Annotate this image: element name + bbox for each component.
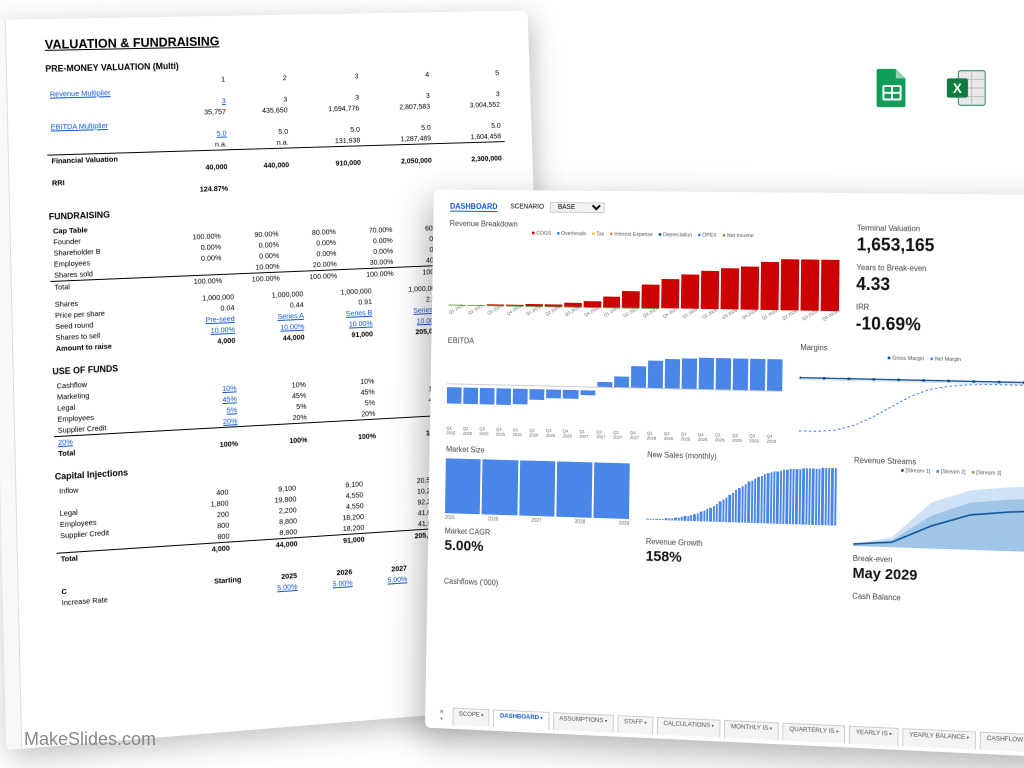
- app-icons: X: [869, 65, 989, 111]
- dashboard-header: DASHBOARD SCENARIO BASE: [450, 201, 1024, 218]
- tab-yearly-is[interactable]: YEARLY IS: [849, 726, 899, 746]
- market-chart: [445, 455, 630, 519]
- tab-cashflow[interactable]: CASHFLOW: [980, 732, 1024, 753]
- newsales-chart: [646, 461, 836, 526]
- sheet-title: VALUATION & FUNDRAISING: [45, 28, 502, 52]
- tab-monthly-is[interactable]: MONTHLY IS: [724, 720, 779, 740]
- excel-icon: X: [943, 65, 989, 111]
- watermark: MakeSlides.com: [24, 729, 156, 750]
- dashboard-spreadsheet: DASHBOARD SCENARIO BASE Revenue Breakdow…: [425, 189, 1024, 757]
- tab-scope[interactable]: SCOPE: [452, 708, 490, 727]
- breakeven-value: May 2029: [852, 565, 1024, 589]
- premoney-table: 12345 Revenue Multiplier 33333 35,757435…: [46, 67, 507, 199]
- tab-assumptions[interactable]: ASSUMPTIONS: [553, 712, 614, 732]
- revstreams-chart: [853, 475, 1024, 553]
- svg-text:X: X: [953, 81, 962, 96]
- cashflows-title: Cashflows ('000): [444, 577, 835, 600]
- dashboard-tab[interactable]: DASHBOARD: [450, 202, 498, 212]
- tab-dashboard[interactable]: DASHBOARD: [493, 709, 549, 729]
- years-breakeven: 4.33: [856, 274, 1024, 298]
- margins-chart: [799, 362, 1024, 439]
- terminal-valuation: 1,653,165: [857, 235, 1024, 258]
- tab-calculations[interactable]: CALCULATIONS: [657, 717, 721, 738]
- rev-breakdown-chart: Q1 2025Q2 2025Q3 2025Q4 2025Q1 2026Q2 20…: [448, 237, 839, 318]
- google-sheets-icon: [869, 65, 915, 111]
- tab-quarterly-is[interactable]: QUARTERLY IS: [783, 723, 846, 744]
- ebitda-chart: Q1 2025Q2 2025Q3 2025Q4 2025Q1 2026Q2 20…: [446, 347, 783, 444]
- irr-value: -10.69%: [856, 313, 1024, 337]
- cagr-value: 5.00%: [444, 537, 629, 560]
- tab-staff[interactable]: STAFF: [617, 715, 653, 734]
- scenario-select[interactable]: BASE: [549, 202, 604, 213]
- scenario-label: SCENARIO: [510, 204, 544, 211]
- sheet-tabs: ≡ + SCOPE DASHBOARD ASSUMPTIONS STAFF CA…: [434, 707, 1024, 754]
- cashbal-title: Cash Balance: [852, 592, 1024, 608]
- kpi-block: Terminal Valuation 1,653,165 Years to Br…: [856, 224, 1024, 338]
- tab-yearly-balance[interactable]: YEARLY BALANCE: [902, 728, 976, 749]
